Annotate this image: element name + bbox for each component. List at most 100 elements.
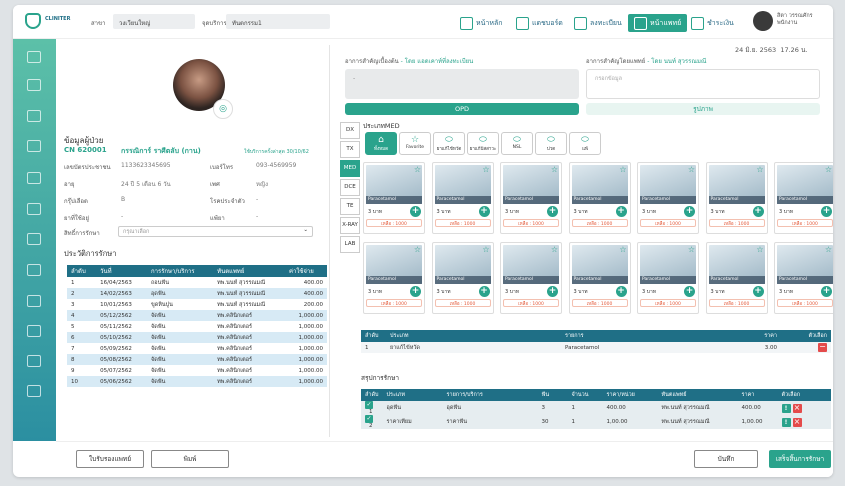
tab-dx[interactable]: DX	[340, 122, 360, 139]
flask-icon[interactable]	[27, 172, 41, 184]
history-row[interactable]: 6 05/10/2562 จัดฟัน ทพ.คลินิกเตอร์ 1,000.00	[67, 332, 327, 343]
favorite-star-icon[interactable]: ☆	[619, 245, 626, 254]
med-card[interactable]: ☆ Paracetamol 3 บาท + เหลือ : 1000	[431, 242, 494, 314]
add-icon[interactable]: +	[478, 286, 490, 297]
tab-opd[interactable]: OPD	[345, 103, 579, 115]
med-card[interactable]: ☆ Paracetamol 3 บาท + เหลือ : 1000	[705, 162, 768, 234]
warning-icon[interactable]: !	[781, 403, 791, 413]
med-card[interactable]: ☆ Paracetamol 3 บาท + เหลือ : 1000	[363, 162, 425, 234]
clipboard-icon[interactable]	[27, 140, 41, 152]
med-category[interactable]: ⬭ ยาแก้ปัสสาวะ	[467, 132, 499, 155]
history-row[interactable]: 8 05/08/2562 จัดฟัน ทพ.คลินิกเตอร์ 1,000.00	[67, 354, 327, 365]
tab-med[interactable]: MED	[340, 160, 360, 177]
add-icon[interactable]: +	[684, 286, 695, 297]
branch-select[interactable]: วงเวียนใหญ่	[113, 14, 195, 29]
favorite-star-icon[interactable]: ☆	[414, 245, 421, 254]
med-card[interactable]: ☆ Paracetamol 3 บาท + เหลือ : 1000	[363, 242, 425, 314]
nav-register[interactable]: ลงทะเบียน	[574, 14, 622, 32]
med-card[interactable]: ☆ Paracetamol 3 บาท + เหลือ : 1000	[568, 162, 631, 234]
history-row[interactable]: 5 05/11/2562 จัดฟัน ทพ.คลินิกเตอร์ 1,000.00	[67, 321, 327, 332]
favorite-star-icon[interactable]: ☆	[825, 165, 832, 174]
favorite-star-icon[interactable]: ☆	[756, 245, 763, 254]
save-button[interactable]: บันทึก	[694, 450, 758, 468]
nav-doctor[interactable]: หน้าแพทย์	[628, 14, 688, 32]
history-row[interactable]: 2 14/02/2563 อุดฟัน ทพ.นนท์ สุวรรณมณี 400.00	[67, 288, 327, 299]
finish-button[interactable]: เสร็จสิ้นการรักษา	[769, 450, 831, 468]
history-row[interactable]: 10 05/06/2562 จัดฟัน ทพ.คลินิกเตอร์ 1,000.00	[67, 376, 327, 387]
med-category[interactable]: ⬭ ปวด	[535, 132, 567, 155]
rights-select[interactable]: กรุณาเลือก ⌄	[118, 226, 313, 237]
med-card[interactable]: ☆ Paracetamol 3 บาท + เหลือ : 1000	[431, 162, 494, 234]
add-icon[interactable]: +	[547, 286, 558, 297]
cart-icon[interactable]	[27, 264, 41, 276]
med-category[interactable]: ⬭ NSL	[501, 132, 533, 155]
nav-payment[interactable]: ชำระเงิน	[691, 14, 734, 32]
tab-image[interactable]: รูปภาพ	[586, 103, 820, 115]
user-avatar[interactable]	[753, 11, 773, 31]
nav-home[interactable]: หน้าหลัก	[460, 14, 502, 32]
favorite-star-icon[interactable]: ☆	[688, 165, 695, 174]
history-row[interactable]: 9 05/07/2562 จัดฟัน ทพ.คลินิกเตอร์ 1,000.00	[67, 365, 327, 376]
nav-dashboard[interactable]: แดชบอร์ด	[516, 14, 563, 32]
add-icon[interactable]: +	[615, 286, 627, 297]
favorite-star-icon[interactable]: ☆	[551, 165, 558, 174]
med-card[interactable]: ☆ Paracetamol 3 บาท + เหลือ : 1000	[774, 162, 833, 234]
add-icon[interactable]: +	[752, 206, 764, 217]
med-card[interactable]: ☆ Paracetamol 3 บาท + เหลือ : 1000	[637, 162, 699, 234]
med-card[interactable]: ☆ Paracetamol 3 บาท + เหลือ : 1000	[774, 242, 833, 314]
favorite-star-icon[interactable]: ☆	[688, 245, 695, 254]
med-category[interactable]: ⌂ ทั้งหมด	[365, 132, 397, 155]
med-card[interactable]: ☆ Paracetamol 3 บาท + เหลือ : 1000	[705, 242, 768, 314]
tooth-icon[interactable]	[27, 110, 41, 122]
history-row[interactable]: 3 10/01/2563 ขูดหินปูน ทพ.นนท์ สุวรรณมณี 200…	[67, 299, 327, 310]
med-category[interactable]: ⬭ ยาแก้ไข้หวัด	[433, 132, 465, 155]
favorite-star-icon[interactable]: ☆	[482, 245, 489, 254]
doctor-symptom-input[interactable]: กรอกข้อมูล	[586, 69, 820, 99]
clinic-logo-icon[interactable]	[25, 13, 41, 29]
favorite-star-icon[interactable]: ☆	[551, 245, 558, 254]
history-row[interactable]: 7 05/09/2562 จัดฟัน ทพ.คลินิกเตอร์ 1,000.00	[67, 343, 327, 354]
camera-icon[interactable]: ◎	[213, 99, 233, 119]
add-icon[interactable]: +	[478, 206, 490, 217]
add-icon[interactable]: +	[821, 206, 832, 217]
med-category[interactable]: ⬭ แพ้	[569, 132, 601, 155]
report-icon[interactable]	[27, 325, 41, 337]
document-icon[interactable]	[27, 79, 41, 91]
history-row[interactable]: 1 16/04/2563 ถอนฟัน ทพ.นนท์ สุวรรณมณี 400.00	[67, 277, 327, 288]
tab-dce[interactable]: DCE	[340, 179, 360, 196]
referral-button[interactable]: ใบรับรองแพทย์	[76, 450, 144, 468]
checkbox[interactable]: ✓	[365, 401, 373, 409]
monitor-icon[interactable]	[27, 203, 41, 215]
add-icon[interactable]: +	[410, 286, 421, 297]
warning-icon[interactable]: !	[781, 417, 791, 427]
add-icon[interactable]: +	[410, 206, 421, 217]
tab-lab[interactable]: LAB	[340, 236, 360, 253]
delete-icon[interactable]: ×	[792, 417, 802, 427]
delete-icon[interactable]: ×	[792, 403, 802, 413]
med-category[interactable]: ☆ Favorite	[399, 132, 431, 155]
med-card[interactable]: ☆ Paracetamol 3 บาท + เหลือ : 1000	[568, 242, 631, 314]
add-icon[interactable]: +	[547, 206, 558, 217]
print-button[interactable]: พิมพ์	[151, 450, 229, 468]
money-icon[interactable]	[27, 295, 41, 307]
favorite-star-icon[interactable]: ☆	[414, 165, 421, 174]
favorite-star-icon[interactable]: ☆	[619, 165, 626, 174]
med-card[interactable]: ☆ Paracetamol 3 บาท + เหลือ : 1000	[500, 162, 562, 234]
logout-icon[interactable]	[27, 385, 41, 397]
add-icon[interactable]: +	[615, 206, 627, 217]
med-card[interactable]: ☆ Paracetamol 3 บาท + เหลือ : 1000	[500, 242, 562, 314]
favorite-star-icon[interactable]: ☆	[482, 165, 489, 174]
remove-icon[interactable]: −	[818, 343, 827, 352]
checkbox[interactable]: ✓	[365, 415, 373, 423]
tab-xray[interactable]: X-RAY	[340, 217, 360, 234]
tab-tx[interactable]: TX	[340, 141, 360, 158]
menu-icon[interactable]	[27, 51, 41, 63]
add-icon[interactable]: +	[752, 286, 764, 297]
grid-icon[interactable]	[27, 233, 41, 245]
favorite-star-icon[interactable]: ☆	[756, 165, 763, 174]
favorite-star-icon[interactable]: ☆	[825, 245, 832, 254]
settings-icon[interactable]	[27, 355, 41, 367]
add-icon[interactable]: +	[821, 286, 832, 297]
service-select[interactable]: ทันตกรรม1	[226, 14, 330, 29]
med-card[interactable]: ☆ Paracetamol 3 บาท + เหลือ : 1000	[637, 242, 699, 314]
